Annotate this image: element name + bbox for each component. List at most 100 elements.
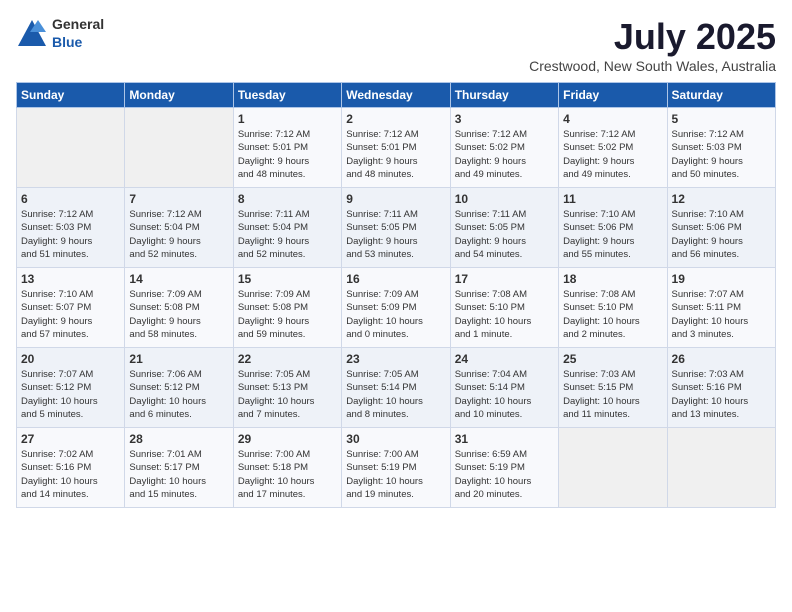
- day-number: 11: [563, 192, 662, 206]
- day-number: 3: [455, 112, 554, 126]
- calendar-cell: 8 Sunrise: 7:11 AM Sunset: 5:04 PM Daylig…: [233, 188, 341, 268]
- day-info: Sunrise: 7:10 AM Sunset: 5:07 PM Dayligh…: [21, 288, 120, 341]
- day-number: 29: [238, 432, 337, 446]
- day-info: Sunrise: 7:03 AM Sunset: 5:16 PM Dayligh…: [672, 368, 771, 421]
- calendar-cell: 25Sunrise: 7:03 AM Sunset: 5:15 PM Dayli…: [559, 348, 667, 428]
- day-info: Sunrise: 7:09 AM Sunset: 5:08 PM Dayligh…: [238, 288, 337, 341]
- calendar-cell: 16 Sunrise: 7:09 AM Sunset: 5:09 PM Dayli…: [342, 268, 450, 348]
- day-info: Sunrise: 7:05 AM Sunset: 5:13 PM Dayligh…: [238, 368, 337, 421]
- weekday-header-tuesday: Tuesday: [233, 83, 341, 108]
- calendar-cell: 23 Sunrise: 7:05 AM Sunset: 5:14 PM Dayli…: [342, 348, 450, 428]
- day-info: Sunrise: 7:12 AM Sunset: 5:03 PM Dayligh…: [672, 128, 771, 181]
- day-number: 20: [21, 352, 120, 366]
- day-number: 27: [21, 432, 120, 446]
- day-info: Sunrise: 7:08 AM Sunset: 5:10 PM Dayligh…: [563, 288, 662, 341]
- calendar-cell: 2 Sunrise: 7:12 AM Sunset: 5:01 PM Daylig…: [342, 108, 450, 188]
- calendar-cell: 6Sunrise: 7:12 AM Sunset: 5:03 PM Daylig…: [17, 188, 125, 268]
- day-info: Sunrise: 7:05 AM Sunset: 5:14 PM Dayligh…: [346, 368, 445, 421]
- day-number: 28: [129, 432, 228, 446]
- logo-icon: [16, 18, 48, 50]
- calendar-cell: 20Sunrise: 7:07 AM Sunset: 5:12 PM Dayli…: [17, 348, 125, 428]
- calendar-cell: [559, 428, 667, 508]
- logo-blue: Blue: [52, 34, 82, 50]
- week-row-4: 20Sunrise: 7:07 AM Sunset: 5:12 PM Dayli…: [17, 348, 776, 428]
- day-info: Sunrise: 7:02 AM Sunset: 5:16 PM Dayligh…: [21, 448, 120, 501]
- day-number: 12: [672, 192, 771, 206]
- day-number: 2: [346, 112, 445, 126]
- weekday-header-friday: Friday: [559, 83, 667, 108]
- day-number: 10: [455, 192, 554, 206]
- calendar-cell: 28 Sunrise: 7:01 AM Sunset: 5:17 PM Dayli…: [125, 428, 233, 508]
- day-info: Sunrise: 7:10 AM Sunset: 5:06 PM Dayligh…: [672, 208, 771, 261]
- weekday-header-wednesday: Wednesday: [342, 83, 450, 108]
- calendar-cell: 1 Sunrise: 7:12 AM Sunset: 5:01 PM Daylig…: [233, 108, 341, 188]
- day-info: Sunrise: 7:01 AM Sunset: 5:17 PM Dayligh…: [129, 448, 228, 501]
- calendar-cell: [125, 108, 233, 188]
- calendar-cell: 12 Sunrise: 7:10 AM Sunset: 5:06 PM Dayli…: [667, 188, 775, 268]
- calendar-cell: 22 Sunrise: 7:05 AM Sunset: 5:13 PM Dayli…: [233, 348, 341, 428]
- weekday-header-saturday: Saturday: [667, 83, 775, 108]
- title-block: July 2025 Crestwood, New South Wales, Au…: [529, 16, 776, 74]
- calendar-cell: 10 Sunrise: 7:11 AM Sunset: 5:05 PM Dayli…: [450, 188, 558, 268]
- week-row-1: 1 Sunrise: 7:12 AM Sunset: 5:01 PM Daylig…: [17, 108, 776, 188]
- day-number: 30: [346, 432, 445, 446]
- calendar-cell: 24Sunrise: 7:04 AM Sunset: 5:14 PM Dayli…: [450, 348, 558, 428]
- calendar-cell: 11 Sunrise: 7:10 AM Sunset: 5:06 PM Dayli…: [559, 188, 667, 268]
- week-row-2: 6Sunrise: 7:12 AM Sunset: 5:03 PM Daylig…: [17, 188, 776, 268]
- day-number: 15: [238, 272, 337, 286]
- day-number: 26: [672, 352, 771, 366]
- day-number: 21: [129, 352, 228, 366]
- day-info: Sunrise: 7:12 AM Sunset: 5:02 PM Dayligh…: [563, 128, 662, 181]
- day-info: Sunrise: 7:09 AM Sunset: 5:08 PM Dayligh…: [129, 288, 228, 341]
- calendar-cell: 14 Sunrise: 7:09 AM Sunset: 5:08 PM Dayli…: [125, 268, 233, 348]
- day-number: 31: [455, 432, 554, 446]
- day-info: Sunrise: 7:09 AM Sunset: 5:09 PM Dayligh…: [346, 288, 445, 341]
- day-number: 5: [672, 112, 771, 126]
- calendar-cell: 26 Sunrise: 7:03 AM Sunset: 5:16 PM Dayli…: [667, 348, 775, 428]
- week-row-3: 13 Sunrise: 7:10 AM Sunset: 5:07 PM Dayli…: [17, 268, 776, 348]
- calendar-cell: 21 Sunrise: 7:06 AM Sunset: 5:12 PM Dayli…: [125, 348, 233, 428]
- day-number: 1: [238, 112, 337, 126]
- day-info: Sunrise: 7:04 AM Sunset: 5:14 PM Dayligh…: [455, 368, 554, 421]
- day-number: 14: [129, 272, 228, 286]
- logo-general: General: [52, 16, 104, 32]
- day-info: Sunrise: 7:11 AM Sunset: 5:04 PM Dayligh…: [238, 208, 337, 261]
- day-info: Sunrise: 7:11 AM Sunset: 5:05 PM Dayligh…: [346, 208, 445, 261]
- calendar-cell: 15 Sunrise: 7:09 AM Sunset: 5:08 PM Dayli…: [233, 268, 341, 348]
- calendar-cell: 27 Sunrise: 7:02 AM Sunset: 5:16 PM Dayli…: [17, 428, 125, 508]
- calendar-cell: 29Sunrise: 7:00 AM Sunset: 5:18 PM Dayli…: [233, 428, 341, 508]
- calendar-cell: 7Sunrise: 7:12 AM Sunset: 5:04 PM Daylig…: [125, 188, 233, 268]
- calendar-cell: 5 Sunrise: 7:12 AM Sunset: 5:03 PM Daylig…: [667, 108, 775, 188]
- calendar-cell: 31Sunrise: 6:59 AM Sunset: 5:19 PM Dayli…: [450, 428, 558, 508]
- day-number: 17: [455, 272, 554, 286]
- calendar-cell: 4Sunrise: 7:12 AM Sunset: 5:02 PM Daylig…: [559, 108, 667, 188]
- week-row-5: 27 Sunrise: 7:02 AM Sunset: 5:16 PM Dayli…: [17, 428, 776, 508]
- day-info: Sunrise: 7:06 AM Sunset: 5:12 PM Dayligh…: [129, 368, 228, 421]
- day-info: Sunrise: 7:10 AM Sunset: 5:06 PM Dayligh…: [563, 208, 662, 261]
- day-number: 13: [21, 272, 120, 286]
- weekday-header-row: SundayMondayTuesdayWednesdayThursdayFrid…: [17, 83, 776, 108]
- calendar-cell: 18 Sunrise: 7:08 AM Sunset: 5:10 PM Dayli…: [559, 268, 667, 348]
- calendar-cell: 13 Sunrise: 7:10 AM Sunset: 5:07 PM Dayli…: [17, 268, 125, 348]
- day-number: 25: [563, 352, 662, 366]
- day-info: Sunrise: 7:11 AM Sunset: 5:05 PM Dayligh…: [455, 208, 554, 261]
- day-info: Sunrise: 7:12 AM Sunset: 5:01 PM Dayligh…: [346, 128, 445, 181]
- day-number: 16: [346, 272, 445, 286]
- calendar-cell: 3 Sunrise: 7:12 AM Sunset: 5:02 PM Daylig…: [450, 108, 558, 188]
- page-header: General Blue July 2025 Crestwood, New So…: [16, 16, 776, 74]
- day-info: Sunrise: 7:12 AM Sunset: 5:02 PM Dayligh…: [455, 128, 554, 181]
- day-number: 8: [238, 192, 337, 206]
- month-title: July 2025: [529, 16, 776, 58]
- calendar-cell: 9Sunrise: 7:11 AM Sunset: 5:05 PM Daylig…: [342, 188, 450, 268]
- weekday-header-thursday: Thursday: [450, 83, 558, 108]
- day-info: Sunrise: 7:12 AM Sunset: 5:03 PM Dayligh…: [21, 208, 120, 261]
- day-number: 18: [563, 272, 662, 286]
- day-info: Sunrise: 7:12 AM Sunset: 5:01 PM Dayligh…: [238, 128, 337, 181]
- day-info: Sunrise: 7:08 AM Sunset: 5:10 PM Dayligh…: [455, 288, 554, 341]
- subtitle: Crestwood, New South Wales, Australia: [529, 58, 776, 74]
- day-number: 7: [129, 192, 228, 206]
- day-number: 23: [346, 352, 445, 366]
- logo: General Blue: [16, 16, 104, 52]
- day-number: 22: [238, 352, 337, 366]
- weekday-header-monday: Monday: [125, 83, 233, 108]
